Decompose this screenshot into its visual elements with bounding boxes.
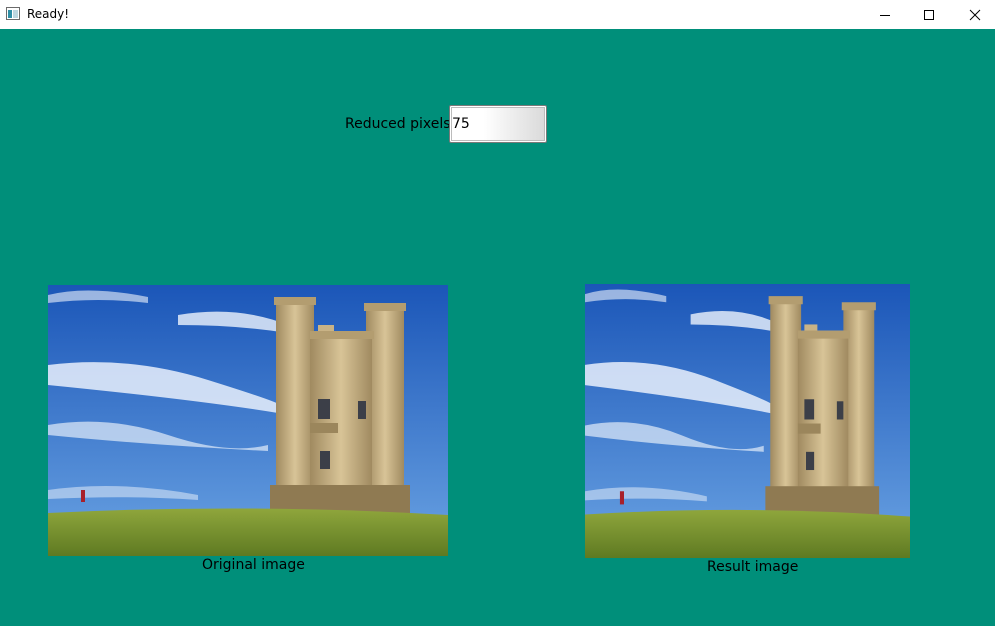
minimize-icon xyxy=(880,14,890,16)
close-button[interactable] xyxy=(952,0,995,29)
maximize-icon xyxy=(924,9,934,20)
result-image xyxy=(585,284,910,558)
maximize-button[interactable] xyxy=(906,0,952,29)
original-image-caption: Original image xyxy=(202,557,305,573)
reduced-pixels-input[interactable] xyxy=(449,105,547,143)
minimize-button[interactable] xyxy=(862,0,908,29)
title-bar[interactable]: Ready! xyxy=(0,0,995,29)
original-image xyxy=(48,285,448,556)
result-image-caption: Result image xyxy=(707,559,799,575)
window-title: Ready! xyxy=(27,7,70,21)
app-icon xyxy=(6,7,20,20)
reduced-pixels-label: Reduced pixels: xyxy=(345,116,456,132)
close-icon xyxy=(969,9,981,20)
